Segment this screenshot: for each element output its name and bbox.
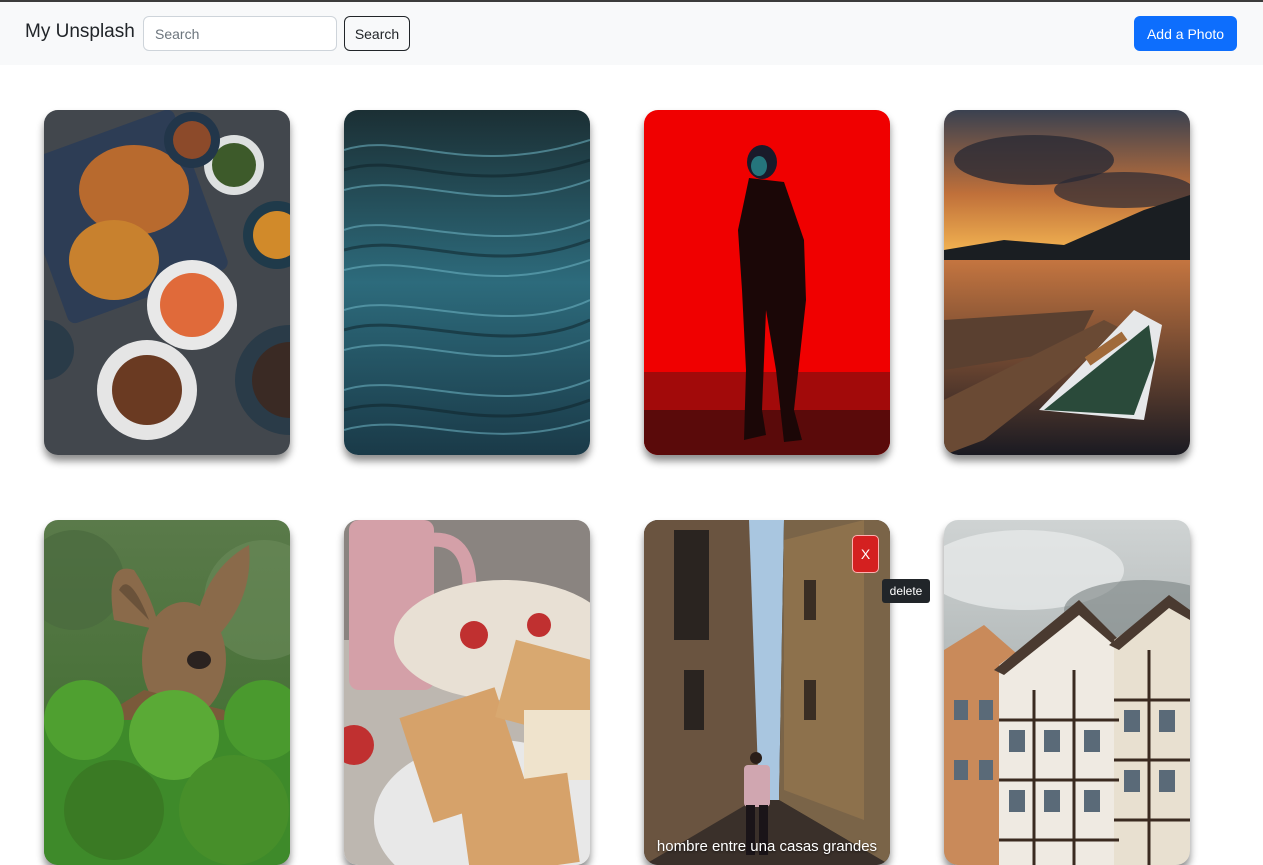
photo-card-crackers[interactable] [344,520,590,865]
photo-card-houses[interactable] [944,520,1190,865]
photo-image-food [44,110,290,455]
photo-caption: hombre entre una casas grandes [656,838,878,855]
brand-title[interactable]: My Unsplash [25,21,135,43]
photo-image-deer [44,520,290,865]
delete-tooltip: delete [882,579,930,603]
add-photo-button[interactable]: Add a Photo [1134,16,1237,51]
search-input[interactable] [143,16,337,51]
photo-image-waves [344,110,590,455]
photo-card-lake[interactable] [944,110,1190,455]
photo-card-food[interactable] [44,110,290,455]
search-button[interactable]: Search [344,16,410,51]
photo-card-deer[interactable] [44,520,290,865]
navbar: My Unsplash Search Add a Photo [0,2,1263,65]
photo-image-lake [944,110,1190,455]
photo-image-crackers [344,520,590,865]
photo-image-houses [944,520,1190,865]
photo-card-silhouette[interactable] [644,110,890,455]
delete-photo-button[interactable]: X [852,535,879,573]
photo-card-waves[interactable] [344,110,590,455]
photo-card-street[interactable]: X hombre entre una casas grandes [644,520,890,865]
photo-image-silhouette [644,110,890,455]
